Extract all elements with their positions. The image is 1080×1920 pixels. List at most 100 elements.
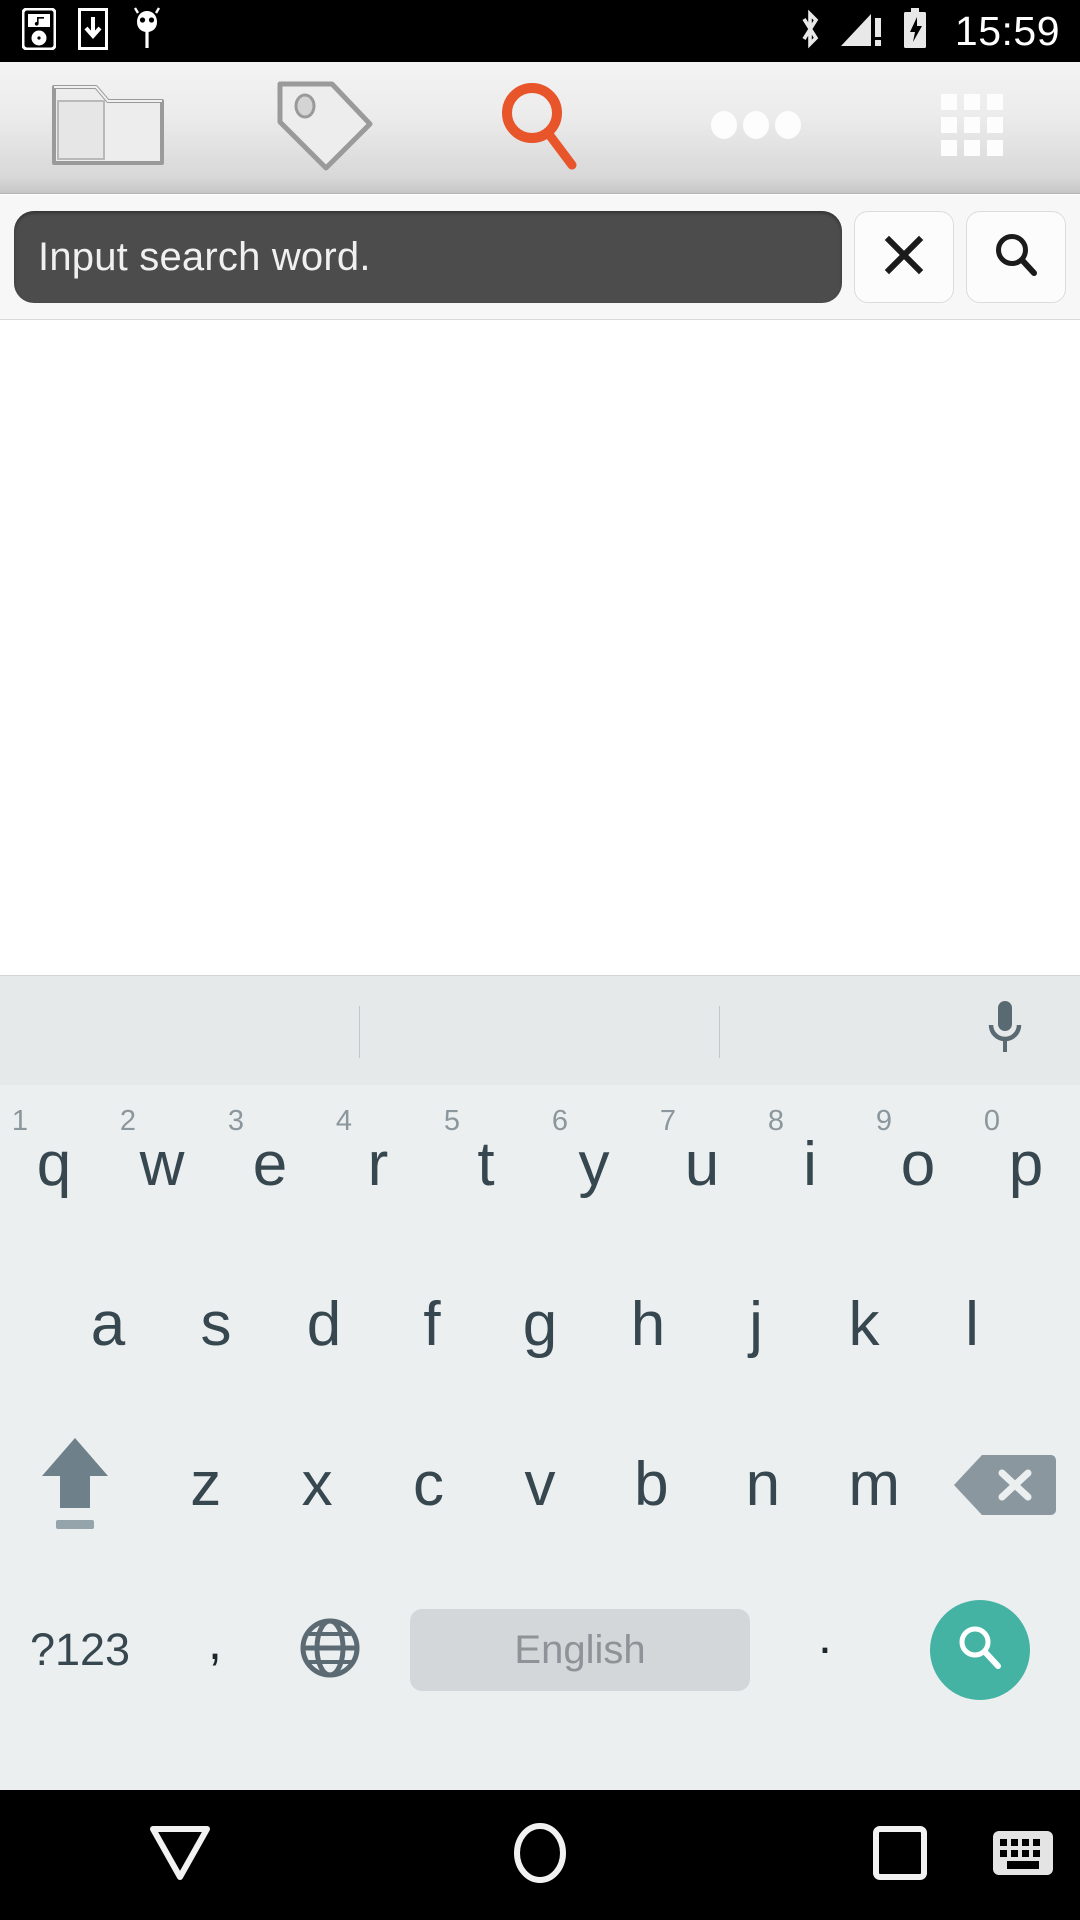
key-i[interactable]: 8 i <box>756 1085 864 1245</box>
status-bar-clock: 15:59 <box>954 7 1060 54</box>
comma-key[interactable]: , <box>160 1565 270 1735</box>
row-padding-left <box>0 1245 54 1405</box>
search-icon <box>952 1620 1008 1681</box>
app-toolbar <box>0 62 1080 194</box>
key-o[interactable]: 9 o <box>864 1085 972 1245</box>
key-r[interactable]: 4 r <box>324 1085 432 1245</box>
key-label: c <box>413 1450 445 1519</box>
nav-home-button[interactable] <box>360 1790 720 1920</box>
suggestion-slot-1[interactable] <box>0 976 360 1086</box>
key-number: 3 <box>227 1105 245 1137</box>
search-input-placeholder: Input search word. <box>38 234 371 279</box>
keyboard-row-4: ?123 , English . <box>0 1565 1080 1735</box>
screen: 15:59 Input search word. 1 q 2 w 3 e 4 r… <box>0 0 1080 1920</box>
status-bar-left-icons <box>0 6 164 56</box>
toolbar-item-folder[interactable] <box>0 62 216 194</box>
nav-back-button[interactable] <box>0 1790 360 1920</box>
search-results-area <box>0 320 1080 975</box>
search-input[interactable]: Input search word. <box>14 211 842 303</box>
key-label: z <box>190 1450 222 1519</box>
search-bar: Input search word. <box>0 195 1080 320</box>
key-label: w <box>139 1130 185 1199</box>
key-h[interactable]: h <box>594 1245 702 1405</box>
folder-icon <box>49 79 167 176</box>
key-label: r <box>367 1130 389 1199</box>
space-key-label: English <box>514 1627 646 1672</box>
key-z[interactable]: z <box>150 1405 261 1565</box>
tag-icon <box>272 76 376 179</box>
key-number: 9 <box>875 1105 893 1137</box>
overflow-icon <box>709 110 803 145</box>
toolbar-item-grid[interactable] <box>864 62 1080 194</box>
key-label: v <box>524 1450 556 1519</box>
key-label: k <box>848 1290 880 1359</box>
key-number: 1 <box>11 1105 29 1137</box>
key-u[interactable]: 7 u <box>648 1085 756 1245</box>
key-k[interactable]: k <box>810 1245 918 1405</box>
key-number: 7 <box>659 1105 677 1137</box>
key-v[interactable]: v <box>484 1405 595 1565</box>
key-label: g <box>522 1290 558 1359</box>
key-label: b <box>634 1450 669 1519</box>
key-label: e <box>252 1130 288 1199</box>
key-label: q <box>36 1130 72 1199</box>
key-q[interactable]: 1 q <box>0 1085 108 1245</box>
keyboard-row-2: a s d f g h j k l <box>0 1245 1080 1405</box>
shift-key[interactable] <box>0 1405 150 1565</box>
voice-input-button[interactable] <box>930 976 1080 1086</box>
key-label: n <box>745 1450 781 1519</box>
key-j[interactable]: j <box>702 1245 810 1405</box>
key-l[interactable]: l <box>918 1245 1026 1405</box>
delete-key[interactable] <box>930 1405 1080 1565</box>
key-label: t <box>477 1130 495 1199</box>
key-d[interactable]: d <box>270 1245 378 1405</box>
submit-search-button[interactable] <box>966 211 1066 303</box>
key-number: 4 <box>335 1105 353 1137</box>
key-f[interactable]: f <box>378 1245 486 1405</box>
toolbar-item-overflow[interactable] <box>648 62 864 194</box>
status-bar-right-icons: 15:59 <box>797 7 1080 56</box>
globe-icon <box>299 1617 361 1684</box>
android-bug-icon <box>130 6 164 56</box>
key-s[interactable]: s <box>162 1245 270 1405</box>
keyboard-row-1: 1 q 2 w 3 e 4 r 5 t 6 y 7 u 8 i 9 o 0 p <box>0 1085 1080 1245</box>
close-icon <box>881 232 927 283</box>
key-label: a <box>90 1290 126 1359</box>
space-key[interactable]: English <box>390 1565 770 1735</box>
key-label: h <box>630 1290 666 1359</box>
signal-warning-icon <box>839 8 885 55</box>
key-c[interactable]: c <box>373 1405 484 1565</box>
toolbar-item-search[interactable] <box>432 62 648 194</box>
keyboard-suggestion-strip <box>0 975 1080 1085</box>
clear-search-button[interactable] <box>854 211 954 303</box>
key-w[interactable]: 2 w <box>108 1085 216 1245</box>
key-label: p <box>1008 1130 1044 1199</box>
recents-square-icon <box>871 1824 929 1887</box>
key-t[interactable]: 5 t <box>432 1085 540 1245</box>
language-switch-key[interactable] <box>270 1565 390 1735</box>
enter-key-circle <box>930 1600 1030 1700</box>
symbols-key[interactable]: ?123 <box>0 1565 160 1735</box>
key-m[interactable]: m <box>819 1405 930 1565</box>
key-number: 0 <box>983 1105 1001 1137</box>
battery-charging-icon <box>901 7 929 56</box>
key-n[interactable]: n <box>707 1405 818 1565</box>
key-number: 5 <box>443 1105 461 1137</box>
toolbar-item-tag[interactable] <box>216 62 432 194</box>
key-label: m <box>848 1450 901 1519</box>
key-b[interactable]: b <box>596 1405 707 1565</box>
suggestion-slot-2[interactable] <box>360 976 720 1086</box>
key-label: d <box>306 1290 342 1359</box>
key-g[interactable]: g <box>486 1245 594 1405</box>
key-x[interactable]: x <box>261 1405 372 1565</box>
nav-keyboard-button[interactable] <box>992 1790 1054 1920</box>
period-key[interactable]: . <box>770 1565 880 1735</box>
key-p[interactable]: 0 p <box>972 1085 1080 1245</box>
key-number: 6 <box>551 1105 569 1137</box>
on-screen-keyboard: 1 q 2 w 3 e 4 r 5 t 6 y 7 u 8 i 9 o 0 p … <box>0 1085 1080 1790</box>
key-e[interactable]: 3 e <box>216 1085 324 1245</box>
grid-icon <box>939 92 1005 163</box>
enter-search-key[interactable] <box>880 1565 1080 1735</box>
key-y[interactable]: 6 y <box>540 1085 648 1245</box>
key-a[interactable]: a <box>54 1245 162 1405</box>
